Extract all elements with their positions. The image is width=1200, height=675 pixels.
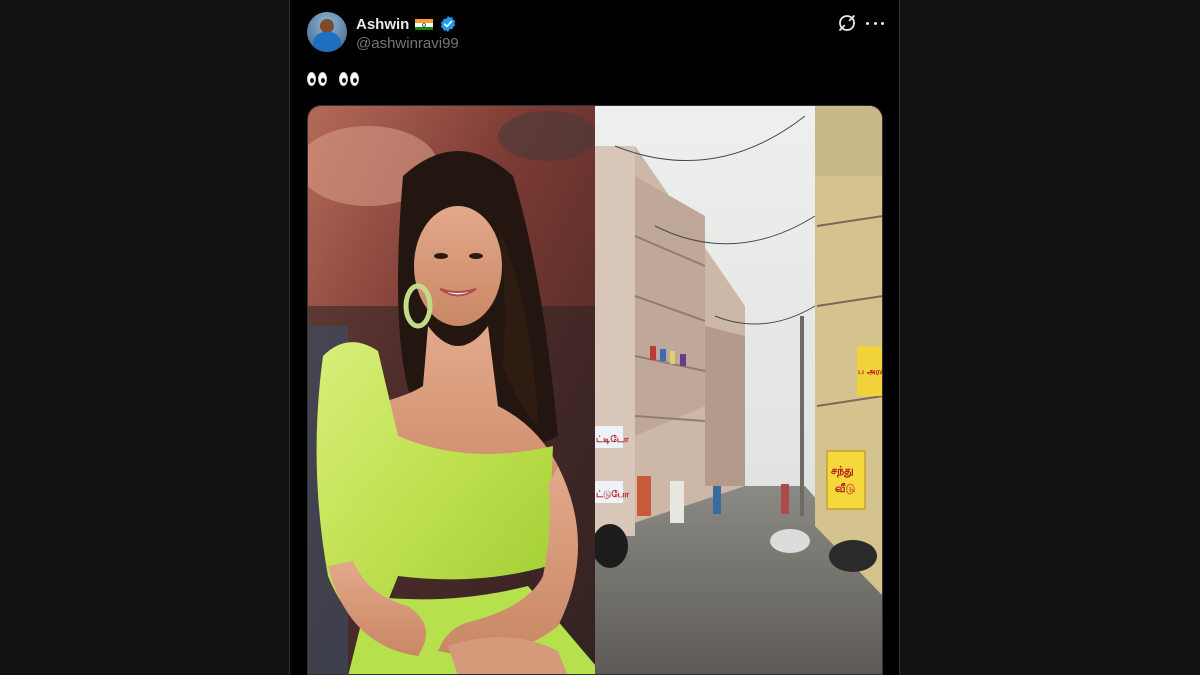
- avatar-jersey: [313, 32, 341, 52]
- media-photo-street[interactable]: ட்டிடோ ட்டுபோ ப அரக் சந்து வீடு: [595, 106, 882, 674]
- avatar-head: [320, 19, 334, 33]
- eye: [307, 71, 316, 86]
- india-flag-icon: [415, 18, 434, 30]
- right-backdrop: [900, 0, 1200, 675]
- eye: [318, 71, 327, 86]
- shop-sign-line2: வீடு: [835, 482, 856, 495]
- author-handle[interactable]: @ashwinravi99: [356, 35, 459, 52]
- dot: [873, 21, 877, 25]
- display-name[interactable]: Ashwin: [356, 16, 409, 33]
- eye: [338, 71, 348, 86]
- more-options-icon[interactable]: [866, 13, 884, 33]
- verified-badge-icon[interactable]: [439, 15, 457, 33]
- left-sign-1-text: ட்டிடோ: [596, 434, 629, 445]
- media-grid[interactable]: ட்டிடோ ட்டுபோ ப அரக் சந்து வீடு: [307, 105, 883, 675]
- author-name-row: Ashwin: [356, 14, 457, 34]
- tweet-text: [307, 68, 365, 88]
- tweet-card: Ashwin @ashwinravi99 ட்டிடோ ட்டுபோ ப அர …: [289, 0, 900, 675]
- dot: [866, 21, 869, 25]
- left-backdrop: [0, 0, 289, 675]
- left-sign-2-text: ட்டுபோ: [596, 489, 629, 500]
- media-photo-woman[interactable]: [308, 106, 595, 674]
- dot: [881, 21, 884, 25]
- avatar[interactable]: [307, 12, 347, 52]
- upper-sign-text: ப அரக்: [858, 367, 882, 376]
- eyes-emoji: [307, 71, 327, 86]
- grok-icon[interactable]: [837, 13, 857, 33]
- eyes-emoji: [338, 71, 359, 86]
- shop-sign-line1: சந்து: [831, 464, 854, 478]
- eye: [349, 71, 359, 86]
